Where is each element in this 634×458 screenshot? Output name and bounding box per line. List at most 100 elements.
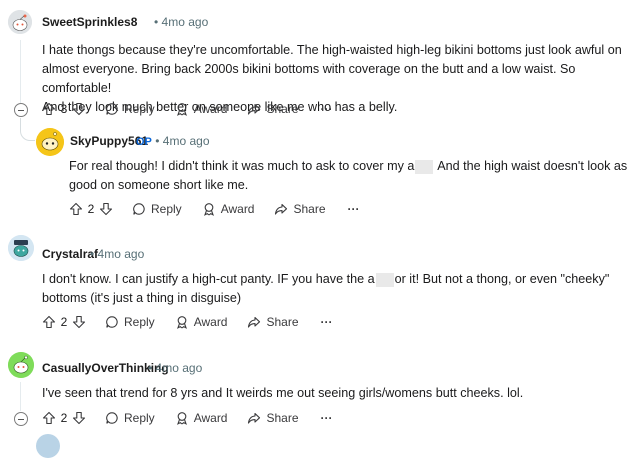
- op-badge: OP: [136, 136, 152, 148]
- meta-separator: •: [155, 134, 160, 148]
- meta-separator: •: [154, 15, 159, 29]
- upvote-icon[interactable]: [42, 315, 56, 329]
- avatar[interactable]: [8, 235, 34, 261]
- share-button[interactable]: Share: [247, 315, 299, 329]
- snoo-avatar-icon: [8, 10, 32, 34]
- comment-body: For real though! I didn't think it was m…: [69, 157, 629, 195]
- more-options-icon: ···: [347, 202, 360, 216]
- award-button[interactable]: Award: [175, 411, 228, 425]
- reply-icon: [133, 203, 145, 215]
- reply-button[interactable]: Reply: [105, 102, 155, 116]
- upvote-icon[interactable]: [69, 202, 83, 216]
- vote-control: 2: [42, 411, 86, 425]
- comment-text: or it! But not a thong, or even "cheeky": [394, 272, 610, 286]
- downvote-icon[interactable]: [72, 315, 86, 329]
- comment-line: bottoms (it's just a thing in disguise): [42, 291, 242, 305]
- comment-time: 4mo ago: [161, 15, 209, 29]
- reply-button[interactable]: Reply: [105, 411, 155, 425]
- comment-actions: 2 Reply Award Share ···: [69, 199, 360, 219]
- reply-button[interactable]: Reply: [105, 315, 155, 329]
- more-options-button[interactable]: ···: [321, 411, 333, 425]
- more-options-button[interactable]: ···: [321, 315, 333, 329]
- comment-line: I hate thongs because they're uncomforta…: [42, 43, 622, 57]
- award-icon: [176, 412, 187, 425]
- avatar[interactable]: [36, 434, 60, 458]
- snoo-avatar-icon: [8, 235, 34, 261]
- meta-separator: •: [90, 247, 95, 261]
- avatar[interactable]: [8, 10, 32, 34]
- share-label: Share: [266, 315, 299, 329]
- comment-time: 4mo ago: [97, 247, 145, 261]
- share-label: Share: [293, 202, 326, 216]
- censored-blur: [415, 159, 434, 174]
- share-button[interactable]: Share: [274, 202, 326, 216]
- award-button[interactable]: Award: [175, 315, 228, 329]
- snoo-avatar-icon: [36, 128, 64, 156]
- award-button[interactable]: Award: [202, 202, 255, 216]
- upvote-icon[interactable]: [42, 102, 56, 116]
- comment-line: almost everyone. Bring back 2000s bikini…: [42, 62, 576, 95]
- share-icon: [275, 203, 288, 215]
- vote-control: 2: [69, 202, 113, 216]
- share-icon: [248, 316, 261, 328]
- award-button[interactable]: Award: [175, 102, 228, 116]
- comment-line: I don't know. I can justify a high-cut p…: [42, 270, 632, 289]
- award-label: Award: [193, 315, 228, 329]
- share-button[interactable]: Share: [247, 411, 299, 425]
- award-icon: [176, 316, 187, 329]
- reply-icon: [106, 103, 118, 115]
- share-button[interactable]: Share: [247, 102, 299, 116]
- reply-connector: [20, 118, 35, 141]
- reply-icon: [106, 316, 118, 328]
- collapse-thread-button[interactable]: [14, 412, 28, 426]
- more-options-icon: ···: [320, 315, 333, 329]
- vote-control: 3: [42, 102, 86, 116]
- share-icon: [248, 412, 261, 424]
- comment-meta: • 4mo ago: [90, 247, 144, 261]
- comment-line: For real though! I didn't think it was m…: [69, 157, 629, 176]
- reply-icon: [106, 412, 118, 424]
- vote-count: 2: [87, 202, 95, 216]
- comment-meta: OP • 4mo ago: [136, 134, 210, 148]
- comment-author[interactable]: SweetSprinkles8: [42, 15, 137, 29]
- reply-label: Reply: [124, 315, 155, 329]
- reply-button[interactable]: Reply: [132, 202, 182, 216]
- vote-control: 2: [42, 315, 86, 329]
- comment-actions: 2 Reply Award Share ···: [42, 408, 333, 428]
- more-options-button[interactable]: ···: [321, 102, 333, 116]
- thread-line: [20, 382, 21, 411]
- downvote-icon[interactable]: [99, 202, 113, 216]
- comment-meta: • 4mo ago: [148, 361, 202, 375]
- meta-separator: •: [148, 361, 153, 375]
- award-label: Award: [193, 102, 228, 116]
- award-icon: [203, 203, 214, 216]
- avatar[interactable]: [36, 128, 64, 156]
- comment-line: I've seen that trend for 8 yrs and It we…: [42, 386, 524, 400]
- vote-count: 3: [60, 102, 68, 116]
- avatar[interactable]: [8, 352, 34, 378]
- comment-line: good on someone short like me.: [69, 178, 249, 192]
- thread-line: [20, 40, 21, 103]
- comment-actions: 3 Reply Award Share ···: [42, 99, 333, 119]
- collapse-thread-button[interactable]: [14, 103, 28, 117]
- more-options-icon: ···: [320, 411, 333, 425]
- downvote-icon[interactable]: [72, 411, 86, 425]
- award-label: Award: [220, 202, 255, 216]
- reply-label: Reply: [151, 202, 182, 216]
- upvote-icon[interactable]: [42, 411, 56, 425]
- downvote-icon[interactable]: [72, 102, 86, 116]
- comment-text: And the high waist doesn't look as: [434, 159, 628, 173]
- comment-text: I don't know. I can justify a high-cut p…: [42, 272, 375, 286]
- award-label: Award: [193, 411, 228, 425]
- comment-actions: 2 Reply Award Share ···: [42, 312, 333, 332]
- reply-label: Reply: [124, 411, 155, 425]
- more-options-button[interactable]: ···: [348, 202, 360, 216]
- share-label: Share: [266, 411, 299, 425]
- censored-blur: [375, 272, 394, 287]
- share-label: Share: [266, 102, 299, 116]
- award-icon: [176, 103, 187, 116]
- comment-text: For real though! I didn't think it was m…: [69, 159, 415, 173]
- comment-time: 4mo ago: [155, 361, 203, 375]
- vote-count: 2: [60, 315, 68, 329]
- comment-body: I've seen that trend for 8 yrs and It we…: [42, 384, 632, 403]
